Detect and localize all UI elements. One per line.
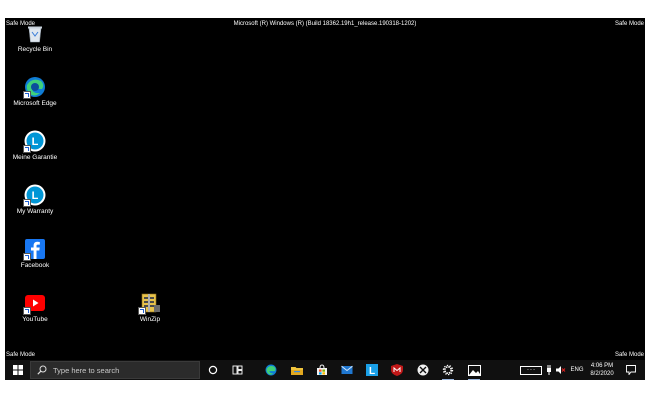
warranty-icon: L (23, 130, 46, 153)
task-view-icon (232, 365, 242, 375)
photos-icon (467, 364, 481, 376)
taskbar-xbox[interactable] (413, 360, 433, 380)
windows-logo-icon (13, 365, 23, 375)
running-indicator (442, 378, 454, 380)
action-center-button[interactable] (622, 360, 640, 380)
desktop-icon-label: WinZip (139, 316, 161, 323)
taskbar-l-app[interactable]: L (362, 360, 382, 380)
tray-language[interactable]: ENG (568, 360, 586, 380)
desktop-icon-winzip[interactable]: WinZip (125, 292, 175, 324)
task-view-button[interactable] (228, 360, 246, 380)
taskbar-edge[interactable] (261, 360, 281, 380)
settings-icon (442, 364, 454, 376)
desktop-icon-label: Microsoft Edge (13, 100, 57, 107)
winzip-icon (138, 292, 161, 315)
taskbar-file-explorer[interactable] (287, 360, 307, 380)
search-placeholder: Type here to search (53, 365, 120, 375)
taskbar-store[interactable] (312, 360, 332, 380)
start-button[interactable] (9, 360, 27, 380)
l-app-icon: L (366, 364, 378, 376)
notification-icon (626, 365, 636, 375)
file-explorer-icon (291, 366, 303, 375)
taskbar-mail[interactable] (337, 360, 357, 380)
volume-muted-icon (556, 366, 566, 374)
shortcut-arrow-icon (23, 91, 31, 99)
desktop-icon-label: Meine Garantie (12, 154, 58, 161)
safe-mode-label-bottom-right: Safe Mode (614, 352, 644, 358)
tray-power[interactable] (544, 360, 554, 380)
taskbar-settings[interactable] (438, 360, 458, 380)
cortana-icon (208, 365, 218, 375)
svg-text:L: L (369, 366, 375, 376)
shortcut-arrow-icon (23, 145, 31, 153)
desktop-icon-label: Recycle Bin (17, 46, 53, 53)
taskbar-photos[interactable] (463, 360, 485, 380)
shortcut-arrow-icon (23, 253, 31, 261)
cortana-button[interactable] (204, 360, 222, 380)
shortcut-arrow-icon (138, 307, 146, 315)
desktop-icon-my-warranty[interactable]: L My Warranty (10, 184, 60, 216)
language-indicator: ENG (570, 367, 584, 373)
shortcut-arrow-icon (23, 199, 31, 207)
touch-keyboard-icon: - - - (520, 365, 542, 375)
build-info: Microsoft (R) Windows (R) (Build 18362.1… (233, 21, 417, 27)
xbox-icon (417, 364, 429, 376)
power-plug-icon (547, 365, 551, 375)
youtube-icon (23, 292, 46, 315)
desktop-icon-recycle-bin[interactable]: Recycle Bin (10, 22, 60, 54)
search-box[interactable]: Type here to search (30, 361, 200, 379)
keyboard-icon-text: - - - (527, 366, 535, 373)
desktop-screen: Safe Mode Safe Mode Safe Mode Safe Mode … (5, 18, 645, 380)
tray-volume[interactable] (554, 360, 568, 380)
desktop-icon-facebook[interactable]: Facebook (10, 238, 60, 270)
facebook-icon (23, 238, 46, 261)
mail-icon (341, 365, 353, 374)
svg-text:L: L (32, 136, 39, 148)
desktop-icon-label: YouTube (22, 316, 48, 323)
warranty-icon: L (23, 184, 46, 207)
edge-icon (23, 76, 46, 99)
shortcut-arrow-icon (23, 307, 31, 315)
tray-clock[interactable]: 4:06 PM 8/2/2020 (586, 360, 618, 380)
search-icon (37, 365, 47, 375)
clock-date: 8/2/2020 (590, 371, 614, 377)
taskbar: Type here to search L - - - ENG 4:06 PM … (5, 360, 645, 380)
desktop-icon-label: My Warranty (16, 208, 54, 215)
clock-time: 4:06 PM (590, 363, 614, 369)
desktop-icon-microsoft-edge[interactable]: Microsoft Edge (10, 76, 60, 108)
running-indicator (468, 378, 480, 380)
desktop-icon-meine-garantie[interactable]: L Meine Garantie (10, 130, 60, 162)
edge-icon (265, 364, 277, 376)
taskbar-mcafee[interactable] (387, 360, 407, 380)
desktop-icon-label: Facebook (20, 262, 50, 269)
desktop-icon-youtube[interactable]: YouTube (10, 292, 60, 324)
recycle-bin-icon (24, 22, 46, 44)
mcafee-icon (391, 364, 403, 376)
tray-keyboard-button[interactable]: - - - (518, 360, 544, 380)
store-icon (317, 364, 327, 375)
safe-mode-label-bottom-left: Safe Mode (6, 352, 36, 358)
svg-text:L: L (32, 190, 39, 202)
